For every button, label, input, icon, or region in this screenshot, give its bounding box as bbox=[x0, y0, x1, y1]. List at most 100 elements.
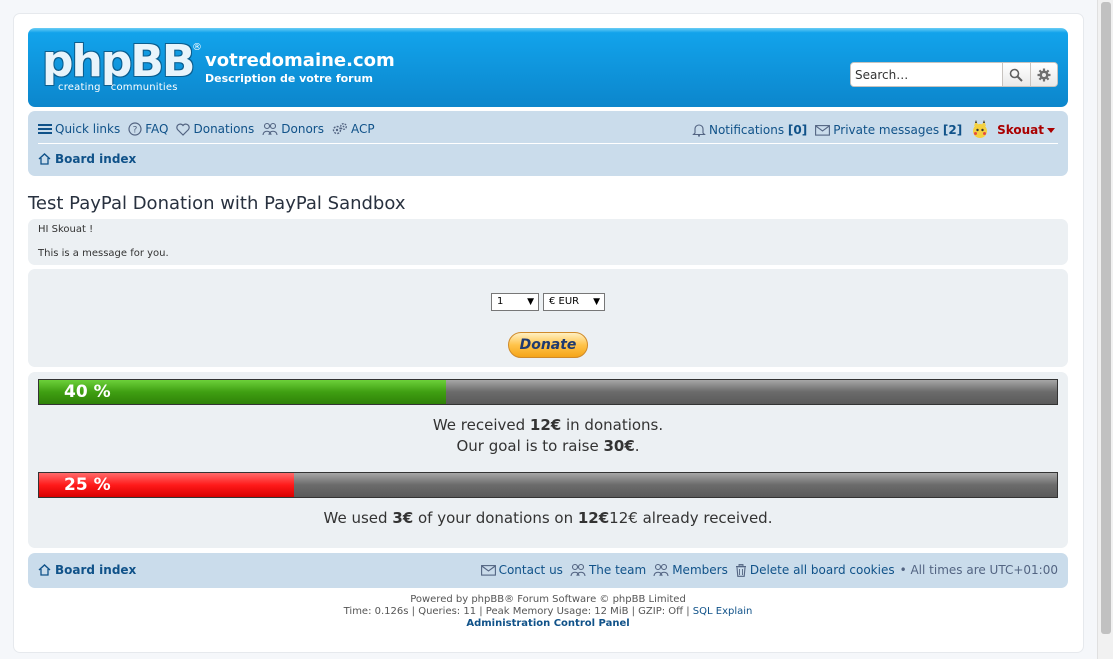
private-messages-label: Private messages bbox=[833, 123, 940, 137]
received-amount: 12€ bbox=[529, 416, 562, 434]
search-input[interactable] bbox=[851, 63, 1002, 86]
bell-icon bbox=[692, 124, 706, 137]
donors-link[interactable]: Donors bbox=[262, 122, 324, 136]
hamburger-icon bbox=[38, 124, 52, 134]
notifications-count: [0] bbox=[787, 123, 808, 137]
site-name[interactable]: votredomaine.com bbox=[205, 50, 395, 71]
envelope-icon bbox=[480, 565, 496, 576]
used-progress-bar: 25 % bbox=[38, 472, 1058, 498]
donate-panel: 1 ▼ € EUR ▼ Donate bbox=[28, 269, 1068, 367]
envelope-icon bbox=[815, 125, 831, 136]
goal-amount: 30€ bbox=[603, 437, 635, 455]
vertical-scrollbar[interactable] bbox=[1097, 0, 1113, 659]
goal-suffix: . bbox=[634, 437, 640, 455]
timezone-text: • All times are UTC+01:00 bbox=[899, 563, 1058, 577]
used-amount: 3€ bbox=[392, 509, 414, 527]
goal-text: Our goal is to raise 30€. bbox=[28, 437, 1068, 455]
received-prefix: We received bbox=[432, 416, 530, 434]
home-icon bbox=[38, 564, 51, 576]
board-index-link[interactable]: Board index bbox=[55, 152, 136, 166]
svg-text:?: ? bbox=[133, 126, 138, 136]
powered-by-text: Powered by phpBB® Forum Software © phpBB… bbox=[410, 594, 686, 605]
faq-label: FAQ bbox=[145, 122, 169, 136]
footer-links: Contact us The team Members Delete all b… bbox=[474, 563, 1058, 577]
search-button[interactable] bbox=[1002, 63, 1030, 86]
currency-value: € EUR bbox=[549, 296, 580, 307]
notifications-label: Notifications bbox=[708, 123, 785, 137]
members-label: Members bbox=[672, 563, 728, 577]
user-menu[interactable]: Skouat bbox=[970, 120, 1058, 140]
delete-cookies-link[interactable]: Delete all board cookies bbox=[735, 563, 895, 577]
contact-us-link[interactable]: Contact us bbox=[480, 563, 563, 577]
the-team-label: The team bbox=[588, 563, 647, 577]
quick-links-menu[interactable]: Quick links bbox=[38, 122, 120, 136]
footer-board-index-link[interactable]: Board index bbox=[55, 563, 136, 577]
administration-control-panel-link[interactable]: Administration Control Panel bbox=[466, 618, 629, 629]
logo-tagline: creating communities bbox=[58, 82, 178, 93]
logo-registered-mark: ® bbox=[192, 42, 202, 53]
currency-select[interactable]: € EUR ▼ bbox=[543, 293, 605, 311]
faq-link[interactable]: ? FAQ bbox=[128, 122, 168, 136]
private-messages-link[interactable]: Private messages [2] bbox=[815, 123, 962, 137]
page-title: Test PayPal Donation with PayPal Sandbox bbox=[28, 193, 406, 214]
goal-progress-label: 40 % bbox=[64, 382, 111, 402]
debug-info: Time: 0.126s | Queries: 11 | Peak Memory… bbox=[0, 606, 1096, 617]
gear-icon bbox=[1037, 68, 1051, 81]
amount-value: 1 bbox=[497, 296, 504, 307]
scrollbar-thumb[interactable] bbox=[1101, 2, 1111, 634]
breadcrumb[interactable]: Board index bbox=[38, 152, 136, 166]
private-messages-count: [2] bbox=[942, 123, 963, 137]
used-middle: of your donations on bbox=[413, 509, 578, 527]
navbar: Quick links ? FAQ Donations Donors ACP N… bbox=[28, 111, 1068, 176]
footer-navbar: Board index Contact us The team Members … bbox=[28, 553, 1068, 588]
used-base-amount: 12€ bbox=[577, 509, 610, 527]
amount-select[interactable]: 1 ▼ bbox=[491, 293, 539, 311]
members-icon bbox=[653, 563, 669, 577]
delete-cookies-label: Delete all board cookies bbox=[749, 563, 895, 577]
used-text: We used 3€ of your donations on 12€12€ a… bbox=[28, 509, 1068, 527]
caret-down-icon bbox=[1047, 128, 1055, 133]
received-suffix: in donations. bbox=[561, 416, 664, 434]
nav-user-links: Notifications [0] Private messages [2] S… bbox=[684, 120, 1058, 140]
team-icon bbox=[570, 563, 586, 577]
donors-label: Donors bbox=[281, 122, 324, 136]
notifications-link[interactable]: Notifications [0] bbox=[692, 123, 807, 137]
members-link[interactable]: Members bbox=[653, 563, 728, 577]
received-text: We received 12€ in donations. bbox=[28, 416, 1068, 434]
avatar bbox=[973, 120, 988, 138]
cogs-icon bbox=[332, 123, 347, 135]
acp-footer: Administration Control Panel bbox=[0, 618, 1096, 629]
search-icon bbox=[1009, 68, 1023, 82]
question-icon: ? bbox=[128, 122, 142, 136]
home-icon bbox=[38, 153, 51, 165]
donations-link[interactable]: Donations bbox=[176, 122, 254, 136]
acp-label: ACP bbox=[350, 122, 375, 136]
select-arrow-icon: ▼ bbox=[593, 297, 600, 307]
acp-link[interactable]: ACP bbox=[332, 122, 375, 136]
greeting-text: HI Skouat ! bbox=[38, 224, 94, 235]
search-box bbox=[850, 62, 1058, 87]
username: Skouat bbox=[997, 123, 1044, 137]
quick-links-label: Quick links bbox=[55, 122, 121, 136]
message-panel: HI Skouat ! This is a message for you. bbox=[28, 219, 1068, 265]
donate-button-label: Donate bbox=[519, 337, 577, 353]
debug-stats-text: Time: 0.126s | Queries: 11 | Peak Memory… bbox=[343, 606, 693, 617]
contact-us-label: Contact us bbox=[498, 563, 563, 577]
select-arrow-icon: ▼ bbox=[527, 297, 534, 307]
goal-prefix: Our goal is to raise bbox=[456, 437, 604, 455]
advanced-search-button[interactable] bbox=[1029, 63, 1057, 86]
goal-progress-bar: 40 % bbox=[38, 379, 1058, 405]
used-prefix: We used bbox=[323, 509, 393, 527]
phpbb-logo[interactable]: phpBB ® creating communities bbox=[42, 38, 202, 98]
site-description: Description de votre forum bbox=[205, 72, 373, 85]
used-suffix: 12€ already received. bbox=[609, 509, 773, 527]
site-header: phpBB ® creating communities votredomain… bbox=[28, 28, 1068, 107]
used-progress-label: 25 % bbox=[64, 475, 111, 495]
footer-breadcrumb[interactable]: Board index bbox=[38, 563, 136, 577]
donate-button[interactable]: Donate bbox=[508, 332, 588, 358]
donors-icon bbox=[262, 122, 278, 136]
the-team-link[interactable]: The team bbox=[570, 563, 646, 577]
nav-divider bbox=[38, 143, 1058, 144]
sql-explain-link[interactable]: SQL Explain bbox=[693, 606, 753, 617]
heart-icon bbox=[176, 123, 191, 136]
